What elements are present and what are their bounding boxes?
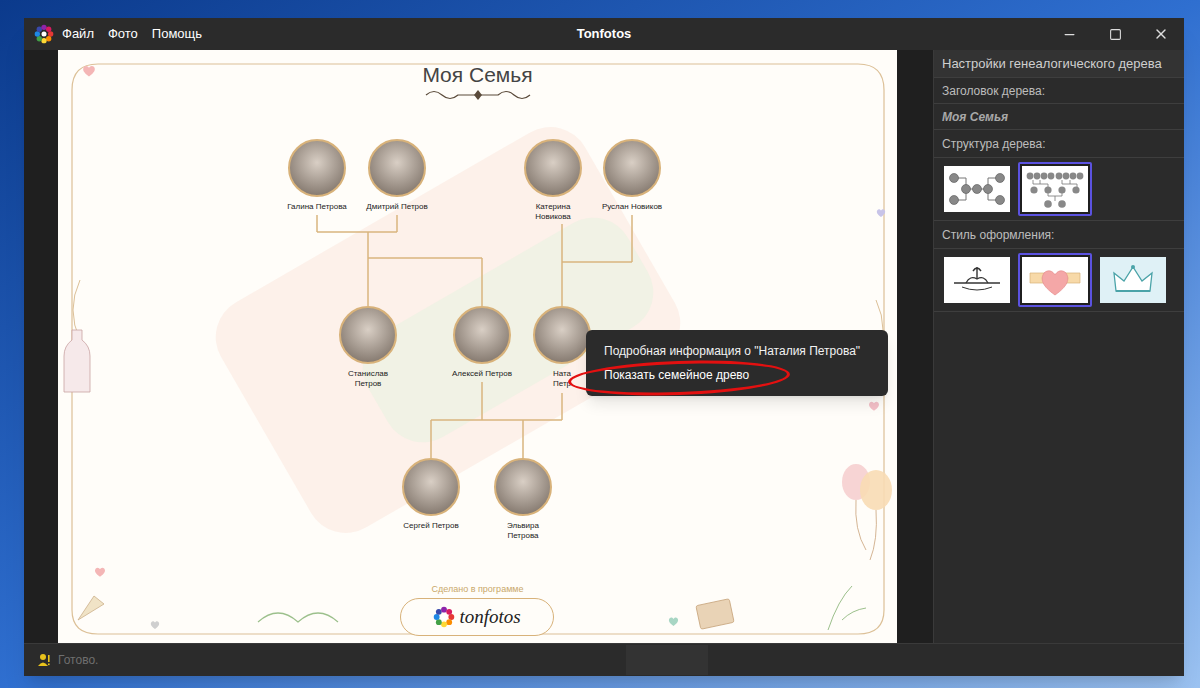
person-label: ЭльвираПетрова <box>507 521 539 541</box>
person-label: Алексей Петров <box>452 369 512 379</box>
person-node[interactable]: Сергей Петров <box>386 458 476 531</box>
classic-style-icon <box>946 259 1008 301</box>
maximize-button[interactable] <box>1092 18 1138 50</box>
status-icon <box>38 653 50 667</box>
highlight-ellipse <box>567 357 790 399</box>
heart-decoration-icon <box>82 64 96 78</box>
person-photo <box>339 306 397 364</box>
tonfotos-logo-icon <box>34 24 54 44</box>
person-node[interactable]: СтаниславПетров <box>323 306 413 389</box>
person-label: КатеринаНовикова <box>535 202 571 222</box>
person-label: СтаниславПетров <box>348 369 388 389</box>
horizontal-tree-icon <box>946 168 1008 210</box>
person-label: Сергей Петров <box>403 521 458 531</box>
menu-bar: Файл Фото Помощь <box>60 24 204 44</box>
person-node[interactable]: Дмитрий Петров <box>352 139 442 212</box>
status-bar: Готово. <box>24 643 1184 676</box>
made-with-caption: Сделано в программе <box>58 583 897 597</box>
close-button[interactable] <box>1138 18 1184 50</box>
person-node[interactable]: Алексей Петров <box>437 306 527 379</box>
person-node[interactable]: Галина Петрова <box>272 139 362 212</box>
desktop: Файл Фото ПомощьTonfotos Моя Семья Галина Пе… <box>0 0 1200 688</box>
person-label: Руслан Новиков <box>602 202 662 212</box>
thumbnail-option[interactable] <box>940 162 1014 216</box>
minimize-button[interactable] <box>1046 18 1092 50</box>
thumbnail-option[interactable] <box>940 253 1014 307</box>
person-photo <box>603 139 661 197</box>
panel-header: Настройки генеалогического дерева <box>934 50 1184 78</box>
section-label: Заголовок дерева: <box>934 78 1184 104</box>
heart-decoration-icon <box>668 616 679 627</box>
thumbnail-option[interactable] <box>1018 253 1092 307</box>
person-photo <box>453 306 511 364</box>
minimize-icon <box>1062 27 1077 42</box>
title-ornament-icon <box>422 88 534 102</box>
window-title: Tonfotos <box>24 24 1184 44</box>
person-photo <box>402 458 460 516</box>
title-bar: Файл Фото ПомощьTonfotos <box>24 18 1184 50</box>
structure-options <box>934 158 1184 221</box>
person-label: Дмитрий Петров <box>366 202 427 212</box>
person-photo <box>533 306 591 364</box>
tonfotos-logo-icon <box>433 606 455 628</box>
menu-item[interactable]: Файл <box>60 24 96 44</box>
style-options <box>934 249 1184 312</box>
section-label: Стиль оформления: <box>934 221 1184 249</box>
preview-area: Моя Семья Галина Петрова Дмитрий Петров Кат… <box>24 50 933 643</box>
heart-decoration-icon <box>868 400 880 412</box>
menu-item[interactable]: Фото <box>106 24 140 44</box>
heart-decoration-icon <box>150 620 160 630</box>
person-photo <box>524 139 582 197</box>
maximize-icon <box>1109 28 1122 41</box>
menu-item[interactable]: Помощь <box>150 24 204 44</box>
close-icon <box>1153 26 1169 42</box>
settings-panel: Настройки генеалогического дереваЗаголов… <box>933 50 1184 643</box>
person-photo <box>288 139 346 197</box>
person-node[interactable]: КатеринаНовикова <box>508 139 598 222</box>
tree-canvas: Моя Семья Галина Петрова Дмитрий Петров Кат… <box>58 50 897 643</box>
person-photo <box>368 139 426 197</box>
section-label: Структура дерева: <box>934 130 1184 158</box>
context-menu-item[interactable]: Показать семейное древо <box>586 363 888 387</box>
person-photo <box>494 458 552 516</box>
progress-area <box>626 645 708 675</box>
heart-decoration-icon <box>876 208 886 218</box>
thumbnail-option[interactable] <box>1096 253 1170 307</box>
person-node[interactable]: ЭльвираПетрова <box>478 458 568 541</box>
thumbnail-option[interactable] <box>1018 162 1092 216</box>
context-menu: Подробная информация о "Наталия Петрова"… <box>586 330 888 396</box>
person-label: НатаПетр <box>553 369 571 389</box>
tree-title-field[interactable]: Моя Семья <box>934 104 1184 130</box>
status-text: Готово. <box>58 651 98 669</box>
person-label: Галина Петрова <box>287 202 347 212</box>
logo-badge: tonfotos <box>400 598 554 636</box>
vertical-tree-icon <box>1024 168 1086 210</box>
heart-decoration-icon <box>94 566 106 578</box>
context-menu-item[interactable]: Подробная информация о "Наталия Петрова" <box>586 339 888 363</box>
person-node[interactable]: Руслан Новиков <box>587 139 677 212</box>
app-window: Файл Фото ПомощьTonfotos Моя Семья Галина Пе… <box>24 18 1184 676</box>
hearts-style-icon <box>1024 259 1086 301</box>
tree-title: Моя Семья <box>58 59 897 91</box>
crown-style-icon <box>1102 259 1164 301</box>
